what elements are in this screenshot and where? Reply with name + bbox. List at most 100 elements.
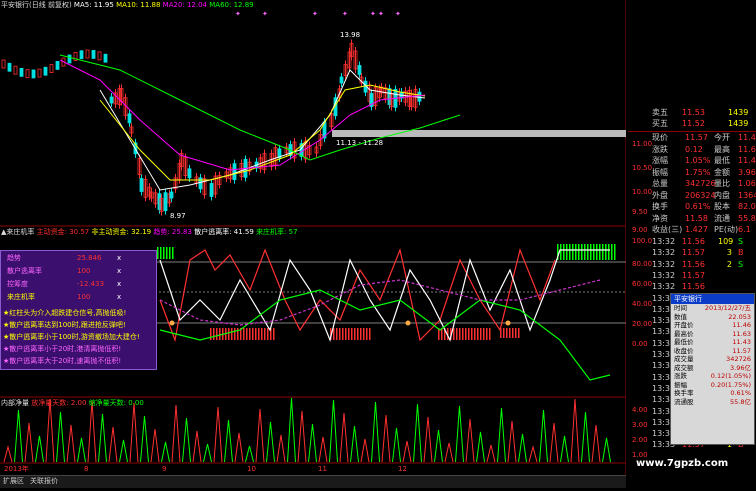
- retail-bar: [261, 328, 263, 340]
- volume-spike: [87, 400, 97, 463]
- volume-spike: [570, 398, 580, 463]
- close-icon[interactable]: x: [117, 254, 121, 263]
- candlestick: [198, 173, 203, 193]
- dealer-bar: [172, 247, 174, 259]
- quote-label: 卖五: [652, 108, 668, 117]
- stat-value: 0.12: [685, 144, 703, 154]
- quote-divider: [628, 131, 756, 132]
- tab-extension[interactable]: 扩展区: [3, 477, 24, 486]
- stat-value: 82.0亿: [738, 202, 756, 211]
- volume-spike: [119, 439, 128, 463]
- legend-value: 100: [77, 293, 91, 301]
- quote-price: 11.52: [682, 119, 705, 128]
- candlestick: [43, 66, 48, 76]
- tooltip-key: 最高价: [674, 329, 694, 338]
- volume-spike: [486, 444, 496, 463]
- dealer-bar: [578, 244, 580, 260]
- stat-label: 涨幅: [652, 156, 668, 165]
- signal-dot: [169, 320, 175, 326]
- indicator-axis-label: 100.0: [632, 237, 653, 245]
- volume-spike: [339, 412, 349, 463]
- tick-price: 11.57: [682, 248, 705, 258]
- quote-stat-row: 收益(三) 1.427 PE(动) 6.1: [628, 225, 756, 235]
- retail-bar: [366, 328, 368, 340]
- stat-label: 换手: [652, 202, 668, 211]
- candlestick: [314, 143, 319, 157]
- stat-label: 外盘: [652, 190, 668, 200]
- candlestick: [183, 153, 188, 180]
- dealer-bar: [566, 244, 568, 260]
- retail-bar: [249, 328, 251, 340]
- signal-marker: ✦: [370, 10, 376, 18]
- stat-value: 1.427: [685, 225, 708, 234]
- dealer-bar: [596, 244, 598, 260]
- indicator-name[interactable]: ▲来庄机率: [1, 228, 34, 236]
- tooltip-key: 换手率: [674, 389, 694, 397]
- range-annotation: 11.13 - 11.28: [336, 139, 384, 147]
- volume-header: 内部净量 放净量天数: 2.00 缩净量天数: 0.00: [1, 399, 144, 408]
- stat-value: 206324: [685, 190, 716, 200]
- volume-spike: [245, 445, 254, 463]
- retail-bar: [486, 328, 488, 340]
- candlestick: [7, 62, 12, 72]
- retail-bar: [363, 328, 365, 340]
- volume-spike: [497, 407, 506, 463]
- stat-label: 最高: [714, 144, 730, 154]
- close-icon[interactable]: x: [117, 293, 121, 302]
- tab-related-quotes[interactable]: 关联报价: [30, 477, 58, 486]
- indicator-legend-popup[interactable]: 趋势 25.846 x 散户逃离率 100 x 控筹度 -12.433 x 来庄机率 100 x ★红…: [0, 250, 157, 370]
- volume-name[interactable]: 内部净量: [1, 399, 29, 407]
- tick-price: 11.56: [682, 237, 705, 246]
- dealer-bar: [169, 247, 171, 259]
- retail-bar: [471, 328, 473, 340]
- quote-vol: 1439: [728, 108, 749, 117]
- tooltip-row: 收盘价 11.57: [671, 347, 754, 356]
- volume-spike: [423, 416, 433, 463]
- shrink-days-label: 缩净量天数: 0.00: [88, 399, 144, 407]
- retail-bar: [512, 328, 514, 338]
- stat-label: 振幅: [652, 167, 668, 177]
- chart-canvas[interactable]: ✦ ✦ ✦ ✦ ✦ ✦ ✦: [0, 0, 627, 487]
- volume-spike: [266, 421, 275, 463]
- close-icon[interactable]: x: [117, 280, 121, 289]
- dealer-bar: [584, 244, 586, 260]
- volume-spike: [45, 398, 55, 463]
- legend-row: 来庄机率 100 x: [5, 293, 153, 303]
- legend-name: 来庄机率: [7, 293, 35, 301]
- tooltip-row: 最高价 11.63: [671, 330, 754, 339]
- candlestick: [224, 168, 229, 182]
- stat-value: 11.58: [685, 213, 708, 223]
- quote-stat-row: 总量 342726 量比 1.06: [628, 179, 756, 189]
- chart-area[interactable]: ✦ ✦ ✦ ✦ ✦ ✦ ✦: [0, 0, 627, 487]
- candlestick: [409, 89, 414, 111]
- volume-spike: [3, 445, 13, 463]
- retail-bar: [273, 328, 275, 340]
- dealer-bar: [593, 244, 595, 260]
- volume-spike: [402, 440, 412, 463]
- dealer-bar: [560, 244, 562, 260]
- volume-spike: [581, 411, 590, 463]
- close-icon[interactable]: x: [117, 267, 121, 276]
- retail-bar: [234, 328, 236, 340]
- volume-spike: [350, 425, 359, 463]
- retail-bar: [345, 328, 347, 340]
- quote-stat-row: 振幅 1.75%金额 3.96亿: [628, 168, 756, 178]
- signal-dot: [505, 320, 511, 326]
- stat-label: 金额: [714, 167, 730, 177]
- candlestick: [153, 188, 158, 208]
- dealer-bar: [563, 244, 565, 260]
- candlestick: [179, 149, 184, 171]
- candlestick: [157, 189, 162, 214]
- tooltip-value: 22.053: [728, 312, 751, 321]
- active-fund-label: 主动资金: 30.57: [36, 228, 90, 236]
- volume-spike: [297, 410, 307, 463]
- volume-axis-label: 3.00: [632, 421, 648, 429]
- retail-bar: [333, 328, 335, 340]
- price-highlight-bar: [332, 130, 626, 137]
- data-tooltip-window[interactable]: 平安银行 时间 2013/12/27/五 数值 22.053 开盘价 11.46 最高价 11…: [670, 293, 755, 445]
- stat-label: 内盘: [714, 190, 730, 200]
- stat-value: 0.61%: [685, 202, 711, 211]
- indicator-axis-label: 60.00: [632, 280, 653, 288]
- tooltip-row: 涨跌 0.12(1.05%): [671, 372, 754, 381]
- retail-bar: [243, 328, 245, 340]
